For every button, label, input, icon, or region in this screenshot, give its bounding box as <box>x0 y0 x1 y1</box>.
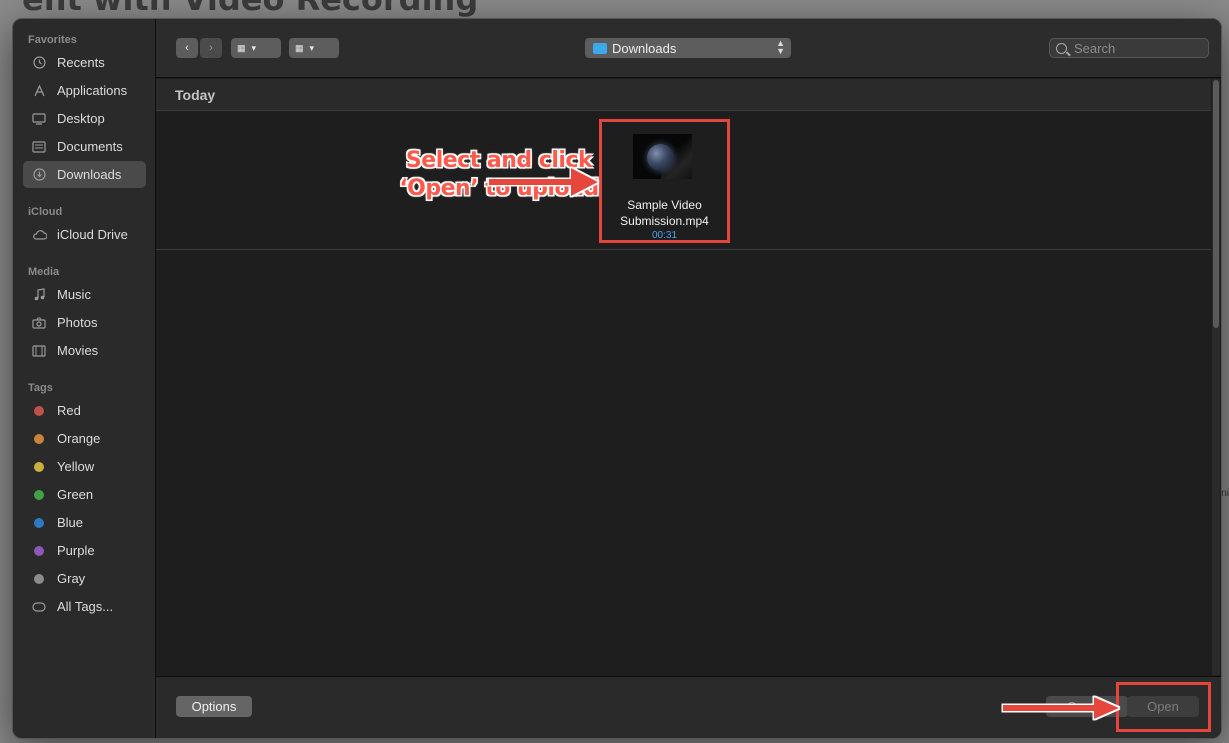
sidebar-item-label: Documents <box>57 139 123 154</box>
sidebar-item-photos[interactable]: Photos <box>23 309 146 336</box>
sidebar-item-label: Desktop <box>57 111 105 126</box>
folder-icon <box>593 42 607 54</box>
file-browser: ‹ › ▦ ▾ ▦ ▾ Downloads ▲ ▼ Search Today S… <box>156 19 1221 738</box>
file-duration: 00:31 <box>651 230 678 241</box>
camera-icon <box>31 316 47 330</box>
sidebar-item-tag-blue[interactable]: Blue <box>23 509 146 536</box>
background-edge-text: ni <box>1221 488 1229 499</box>
sidebar-heading-tags: Tags <box>28 382 53 394</box>
sidebar-item-label: Recents <box>57 55 105 70</box>
background-page-title: ent with Video Recording <box>22 0 478 18</box>
grid-small-icon: ▦ <box>295 42 304 53</box>
sidebar-item-tag-orange[interactable]: Orange <box>23 425 146 452</box>
sidebar-item-label: iCloud Drive <box>57 227 128 242</box>
sidebar-item-tag-yellow[interactable]: Yellow <box>23 453 146 480</box>
tag-outline-icon <box>31 600 47 614</box>
sidebar-item-label: Photos <box>57 315 98 330</box>
tag-blue-dot-icon <box>34 517 44 528</box>
sidebar-item-label: Green <box>57 487 94 502</box>
open-button-highlight <box>1116 682 1211 732</box>
tag-green-dot-icon <box>34 489 44 500</box>
navigation-buttons: ‹ › <box>176 38 224 58</box>
sidebar-item-label: Red <box>57 403 81 418</box>
sidebar-item-label: Orange <box>57 431 101 446</box>
tag-red-dot-icon <box>34 405 44 416</box>
tag-gray-dot-icon <box>34 573 44 584</box>
up-down-arrows-icon: ▲ ▼ <box>776 38 785 56</box>
applications-icon <box>31 84 47 98</box>
sidebar-item-label: Blue <box>57 515 84 530</box>
video-thumbnail <box>633 134 692 179</box>
sidebar-item-movies[interactable]: Movies <box>23 337 146 364</box>
sidebar-item-tag-green[interactable]: Green <box>23 481 146 508</box>
sidebar-item-desktop[interactable]: Desktop <box>23 105 146 132</box>
chevron-right-icon: › <box>209 42 213 54</box>
sidebar-item-label: Gray <box>57 571 86 586</box>
open-arrow-icon <box>1003 697 1119 719</box>
sidebar-item-label: Downloads <box>57 167 122 182</box>
vertical-scrollbar[interactable] <box>1212 79 1220 675</box>
search-placeholder: Search <box>1074 40 1116 56</box>
sidebar-item-recents[interactable]: Recents <box>23 49 146 76</box>
search-field[interactable]: Search <box>1049 38 1209 58</box>
tag-yellow-dot-icon <box>34 461 44 472</box>
sidebar-item-label: All Tags... <box>57 599 114 614</box>
icon-view-button[interactable]: ▦ ▾ <box>231 38 281 58</box>
sidebar-item-label: Applications <box>57 83 128 98</box>
section-header-today: Today <box>156 79 1211 111</box>
tag-orange-dot-icon <box>34 433 44 444</box>
grid-icon: ▦ <box>237 42 246 53</box>
clock-icon <box>31 56 47 70</box>
sidebar-item-documents[interactable]: Documents <box>23 133 146 160</box>
forward-button[interactable]: › <box>200 38 222 58</box>
cloud-icon <box>31 228 47 242</box>
sidebar-heading-icloud: iCloud <box>28 206 63 218</box>
sidebar-item-music[interactable]: Music <box>23 281 146 308</box>
desktop-icon <box>31 112 47 126</box>
location-popup[interactable]: Downloads ▲ ▼ <box>585 38 791 58</box>
options-button[interactable]: Options <box>176 696 252 717</box>
sidebar: Favorites Recents Applications Desktop D… <box>13 19 156 738</box>
sidebar-item-icloud-drive[interactable]: iCloud Drive <box>23 221 146 248</box>
download-icon <box>31 168 47 182</box>
sidebar-heading-favorites: Favorites <box>28 34 77 46</box>
music-note-icon <box>31 288 47 302</box>
group-view-button[interactable]: ▦ ▾ <box>289 38 339 58</box>
sidebar-item-applications[interactable]: Applications <box>23 77 146 104</box>
chevron-left-icon: ‹ <box>185 42 189 54</box>
sidebar-heading-media: Media <box>28 266 60 278</box>
back-button[interactable]: ‹ <box>176 38 198 58</box>
sidebar-item-label: Yellow <box>57 459 95 474</box>
sidebar-item-tag-purple[interactable]: Purple <box>23 537 146 564</box>
search-icon <box>1056 42 1067 54</box>
sidebar-item-label: Music <box>57 287 91 302</box>
sidebar-item-label: Purple <box>57 543 95 558</box>
film-icon <box>31 344 47 358</box>
callout-arrow-icon <box>489 168 598 196</box>
sidebar-item-tag-gray[interactable]: Gray <box>23 565 146 592</box>
sidebar-item-downloads[interactable]: Downloads <box>23 161 146 188</box>
sidebar-item-label: Movies <box>57 343 99 358</box>
bottom-bar: Options Cancel Open <box>156 676 1221 738</box>
document-icon <box>31 140 47 154</box>
toolbar: ‹ › ▦ ▾ ▦ ▾ Downloads ▲ ▼ Search <box>156 19 1221 78</box>
chevron-down-icon: ▾ <box>309 42 315 53</box>
open-file-dialog: Favorites Recents Applications Desktop D… <box>12 18 1222 739</box>
location-label: Downloads <box>612 40 677 56</box>
scrollbar-thumb[interactable] <box>1213 80 1219 328</box>
chevron-down-icon: ▾ <box>251 42 257 53</box>
sidebar-item-all-tags[interactable]: All Tags... <box>23 593 146 620</box>
sidebar-item-tag-red[interactable]: Red <box>23 397 146 424</box>
tag-purple-dot-icon <box>34 545 44 556</box>
